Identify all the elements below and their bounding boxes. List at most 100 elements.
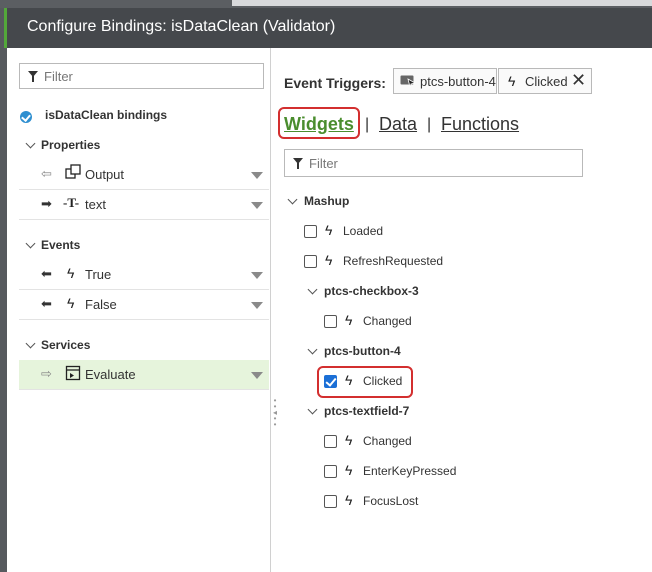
tree-node-label: Mashup xyxy=(304,194,350,208)
trigger-event-label: Clicked xyxy=(525,74,568,89)
dialog-title: Configure Bindings: isDataClean (Validat… xyxy=(27,18,336,35)
chevron-down-icon xyxy=(25,138,36,149)
event-label: FocusLost xyxy=(363,494,419,508)
chevron-down-icon xyxy=(307,404,318,415)
output-widget-icon xyxy=(65,164,81,183)
chevron-down-icon xyxy=(25,238,36,249)
tree-node-checkbox[interactable]: ptcs-checkbox-3 xyxy=(305,278,505,306)
chevron-down-icon xyxy=(25,338,36,349)
event-label: Changed xyxy=(363,434,412,448)
binding-row-true[interactable]: ⬅ ϟ True xyxy=(19,260,269,290)
event-triggers-panel: Event Triggers: ptcs-button-4 ϟ Clicked … xyxy=(271,48,652,572)
service-icon xyxy=(65,365,81,384)
dropdown-arrow-icon[interactable] xyxy=(251,302,263,309)
lightning-icon: ϟ xyxy=(508,73,516,89)
tab-widgets[interactable]: Widgets xyxy=(284,114,354,135)
event-label: EnterKeyPressed xyxy=(363,464,457,478)
tree-event-textfield-focuslost[interactable]: ϟ FocusLost xyxy=(323,488,523,516)
dialog-titlebar: Configure Bindings: isDataClean (Validat… xyxy=(7,8,652,48)
text-type-icon: -T- xyxy=(63,195,80,210)
binding-row-false[interactable]: ⬅ ϟ False xyxy=(19,290,269,320)
arrow-right-outline-icon: ⇨ xyxy=(41,366,52,381)
lightning-icon: ϟ xyxy=(325,252,333,268)
tree-node-label: ptcs-checkbox-3 xyxy=(324,284,419,298)
dropdown-arrow-icon[interactable] xyxy=(251,272,263,279)
tab-separator: | xyxy=(365,116,370,133)
tree-event-loaded[interactable]: ϟ Loaded xyxy=(303,218,503,246)
chevron-down-icon xyxy=(307,344,318,355)
section-events-label: Events xyxy=(41,238,81,252)
chevron-down-icon xyxy=(307,284,318,295)
trigger-event-chip[interactable]: ϟ Clicked ✕ xyxy=(498,68,592,94)
event-checkbox[interactable] xyxy=(324,435,337,448)
binding-label: False xyxy=(85,297,117,312)
root-bindings-label: isDataClean bindings xyxy=(45,108,168,122)
arrow-left-outline-icon: ⇦ xyxy=(41,166,52,181)
arrow-left-icon: ⬅ xyxy=(41,296,52,311)
lightning-icon: ϟ xyxy=(345,432,353,448)
bindings-filter-input[interactable] xyxy=(44,67,244,85)
widgets-filter[interactable] xyxy=(284,149,583,177)
tree-event-button-clicked[interactable]: ϟ Clicked xyxy=(323,368,411,396)
widgets-filter-input[interactable] xyxy=(309,154,509,172)
section-properties-label: Properties xyxy=(41,138,101,152)
event-checkbox[interactable] xyxy=(324,465,337,478)
lightning-icon: ϟ xyxy=(345,492,353,508)
event-triggers-label: Event Triggers: xyxy=(284,75,386,91)
binding-row-evaluate[interactable]: ⇨ Evaluate xyxy=(19,360,269,390)
section-events[interactable]: Events xyxy=(19,234,269,256)
tree-event-refreshrequested[interactable]: ϟ RefreshRequested xyxy=(303,248,503,276)
lightning-icon: ϟ xyxy=(67,265,75,281)
close-icon[interactable]: ✕ xyxy=(571,70,586,91)
lightning-icon: ϟ xyxy=(345,462,353,478)
top-strip xyxy=(0,0,652,8)
binding-label: True xyxy=(85,267,112,282)
trigger-widget-label: ptcs-button-4 xyxy=(420,74,496,89)
filter-icon xyxy=(293,158,303,169)
tree-node-label: ptcs-textfield-7 xyxy=(324,404,410,418)
lightning-icon: ϟ xyxy=(345,372,353,388)
background-tab-hint xyxy=(232,0,652,6)
root-bindings: isDataClean bindings xyxy=(19,107,269,127)
tree-node-textfield[interactable]: ptcs-textfield-7 xyxy=(305,398,505,426)
dropdown-arrow-icon[interactable] xyxy=(251,172,263,179)
arrow-right-icon: ➡ xyxy=(41,196,52,211)
section-services[interactable]: Services xyxy=(19,334,269,356)
event-label: RefreshRequested xyxy=(343,254,444,268)
tree-event-textfield-enterkeypressed[interactable]: ϟ EnterKeyPressed xyxy=(323,458,523,486)
binding-label: Evaluate xyxy=(85,367,136,382)
tab-data[interactable]: Data xyxy=(379,114,417,135)
binding-label: Output xyxy=(85,167,125,182)
tree-node-button[interactable]: ptcs-button-4 xyxy=(305,338,505,366)
lightning-icon: ϟ xyxy=(345,312,353,328)
arrow-left-icon: ⬅ xyxy=(41,266,52,281)
event-checkbox[interactable] xyxy=(304,255,317,268)
tab-functions[interactable]: Functions xyxy=(441,114,519,135)
event-checkbox[interactable] xyxy=(304,225,317,238)
lightning-icon: ϟ xyxy=(325,222,333,238)
button-widget-icon xyxy=(400,75,417,90)
tab-separator: | xyxy=(427,116,432,133)
bindings-filter[interactable] xyxy=(19,63,264,89)
section-services-label: Services xyxy=(41,338,91,352)
trigger-widget-chip[interactable]: ptcs-button-4 xyxy=(393,68,497,94)
tree-node-mashup[interactable]: Mashup xyxy=(285,188,485,216)
tree-event-textfield-changed[interactable]: ϟ Changed xyxy=(323,428,523,456)
event-label: Clicked xyxy=(363,374,403,388)
binding-row-output[interactable]: ⇦ Output xyxy=(19,160,269,190)
event-label: Changed xyxy=(363,314,412,328)
binding-label: text xyxy=(85,197,106,212)
chevron-down-icon xyxy=(287,194,298,205)
lightning-icon: ϟ xyxy=(67,295,75,311)
section-properties[interactable]: Properties xyxy=(19,134,269,156)
dropdown-arrow-icon[interactable] xyxy=(251,372,263,379)
event-checkbox[interactable] xyxy=(324,315,337,328)
dropdown-arrow-icon[interactable] xyxy=(251,202,263,209)
event-label: Loaded xyxy=(343,224,384,238)
filter-icon xyxy=(28,71,38,82)
event-checkbox-checked[interactable] xyxy=(324,375,337,388)
event-checkbox[interactable] xyxy=(324,495,337,508)
left-strip xyxy=(0,8,7,572)
tree-event-checkbox-changed[interactable]: ϟ Changed xyxy=(323,308,523,336)
binding-row-text[interactable]: ➡ -T- text xyxy=(19,190,269,220)
